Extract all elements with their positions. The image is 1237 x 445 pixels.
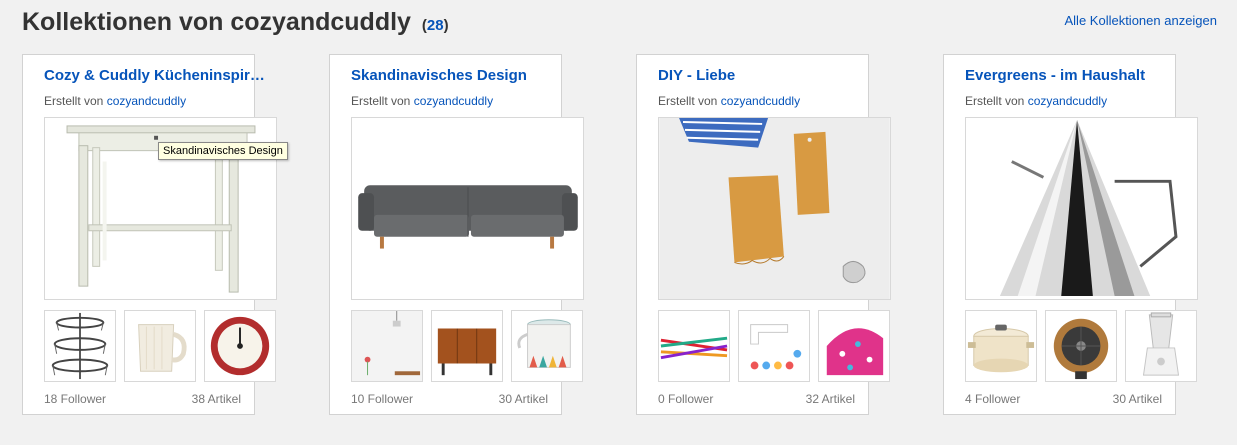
thumbnail-wire-basket[interactable] <box>44 310 116 382</box>
collection-title-link[interactable]: Cozy & Cuddly Kücheninspir… <box>44 67 280 84</box>
thumbnail-sideboard[interactable] <box>431 310 503 382</box>
collection-count-number[interactable]: 28 <box>427 17 444 34</box>
creator-prefix: Erstellt von <box>44 94 104 108</box>
thumbnail-blender[interactable] <box>1125 310 1197 382</box>
item-count: 32 Artikel <box>805 392 855 406</box>
collection-title-link[interactable]: Evergreens - im Haushalt <box>965 67 1201 84</box>
thumbnail-mug[interactable] <box>124 310 196 382</box>
collection-creator: Erstellt von cozyandcuddly <box>44 94 186 108</box>
main-image-sofa[interactable] <box>351 117 584 300</box>
collection-card: DIY - Liebe Erstellt von cozyandcuddly 0… <box>636 54 891 415</box>
item-count: 30 Artikel <box>498 392 548 406</box>
thumbnail-cast-iron-pot[interactable] <box>965 310 1037 382</box>
collection-creator: Erstellt von cozyandcuddly <box>965 94 1107 108</box>
thumbnail-pendant-lamp[interactable] <box>351 310 423 382</box>
thumbnail-fan-heater[interactable] <box>1045 310 1117 382</box>
page-header: Kollektionen von cozyandcuddly (28) Alle… <box>22 8 1217 40</box>
collection-creator: Erstellt von cozyandcuddly <box>351 94 493 108</box>
creator-link[interactable]: cozyandcuddly <box>414 94 493 108</box>
main-image-kraft-tags[interactable] <box>658 117 891 300</box>
collection-title-link[interactable]: Skandinavisches Design <box>351 67 587 84</box>
thumbnail-teapot[interactable] <box>511 310 583 382</box>
main-image-kettle[interactable] <box>965 117 1198 300</box>
thumbnail-floral-fabric[interactable] <box>818 310 890 382</box>
item-count: 38 Artikel <box>191 392 241 406</box>
creator-prefix: Erstellt von <box>965 94 1025 108</box>
follower-count: 18 Follower <box>44 392 107 406</box>
follower-count: 4 Follower <box>965 392 1021 406</box>
collection-count: (28) <box>421 17 449 34</box>
collection-card: Skandinavisches Design Erstellt von cozy… <box>329 54 584 415</box>
thumbnail-sewing-cupcakes[interactable] <box>738 310 810 382</box>
creator-link[interactable]: cozyandcuddly <box>107 94 186 108</box>
view-all-collections-link[interactable]: Alle Kollektionen anzeigen <box>1065 13 1218 28</box>
follower-count: 10 Follower <box>351 392 414 406</box>
follower-count: 0 Follower <box>658 392 714 406</box>
thumbnail-knitting-needles[interactable] <box>658 310 730 382</box>
collection-card: Evergreens - im Haushalt Erstellt von co… <box>943 54 1198 415</box>
creator-link[interactable]: cozyandcuddly <box>721 94 800 108</box>
page-title: Kollektionen von cozyandcuddly (28) <box>22 8 449 37</box>
collection-title-link[interactable]: DIY - Liebe <box>658 67 894 84</box>
creator-prefix: Erstellt von <box>658 94 718 108</box>
page-title-text: Kollektionen von cozyandcuddly <box>22 8 411 36</box>
creator-link[interactable]: cozyandcuddly <box>1028 94 1107 108</box>
hover-tooltip: Skandinavisches Design <box>158 142 288 160</box>
creator-prefix: Erstellt von <box>351 94 411 108</box>
item-count: 30 Artikel <box>1112 392 1162 406</box>
thumbnail-timer[interactable] <box>204 310 276 382</box>
collection-card: Cozy & Cuddly Kücheninspir… Erstellt von… <box>22 54 277 415</box>
collection-creator: Erstellt von cozyandcuddly <box>658 94 800 108</box>
